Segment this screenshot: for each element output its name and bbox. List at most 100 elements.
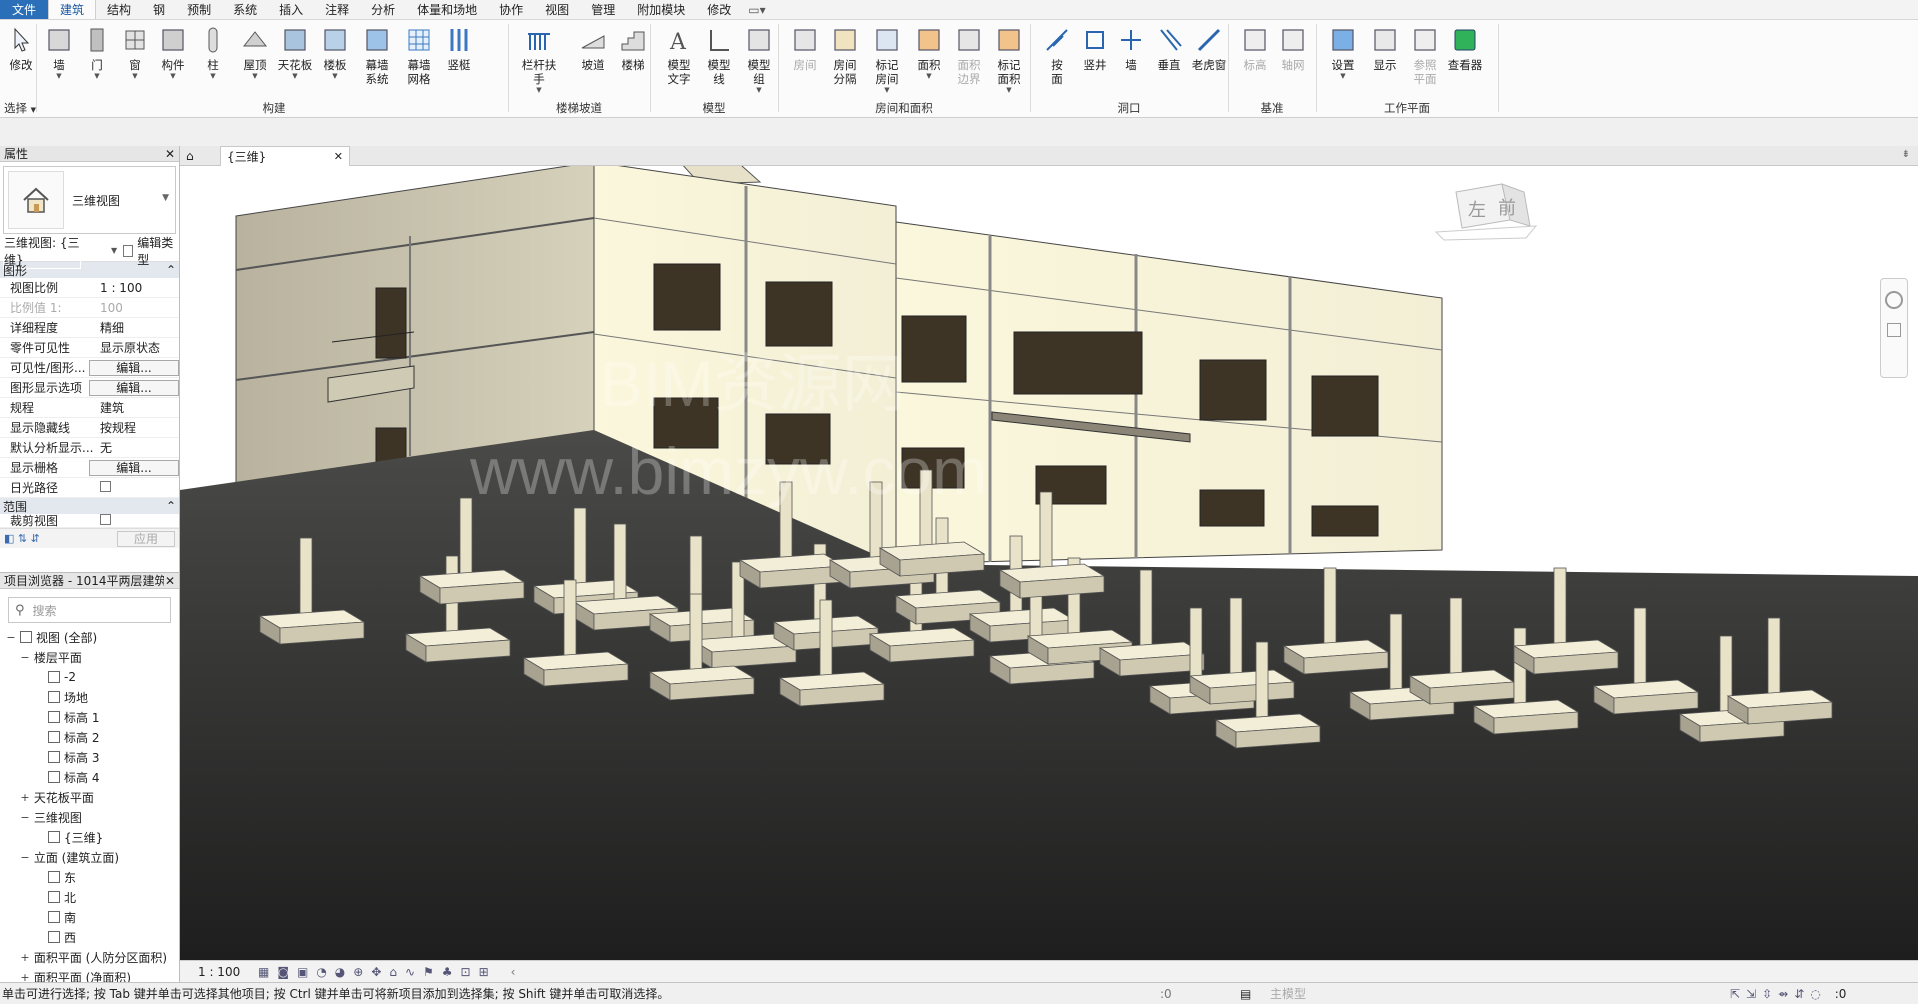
browser-tree-item[interactable]: {三维} [0,827,179,847]
browser-tree-item[interactable]: + 面积平面 (人防分区面积) [0,947,179,967]
browser-tree-item[interactable]: -2 [0,667,179,687]
roof-button[interactable]: 屋顶 ▼ [236,24,274,80]
edit-button[interactable]: 编辑... [89,359,179,376]
3d-viewport[interactable]: 左 前 BIM资源网 www.bimzyw.com [180,166,1918,960]
collapse-icon[interactable]: − [20,851,30,864]
collapse-icon[interactable]: − [20,651,30,664]
browser-search-input[interactable]: ⚲ 搜索 [8,597,171,623]
dropdown-arrow-icon[interactable]: ▼ [56,72,61,80]
workset-zero[interactable]: :0 [1160,987,1210,1001]
browser-tree-item[interactable]: 标高 2 [0,727,179,747]
properties-help-icon[interactable]: ◧ ⇅ ⇵ [4,532,40,545]
dropdown-arrow-icon[interactable]: ▼ [1340,72,1345,80]
wall-opening-button[interactable]: 墙 [1112,24,1150,72]
browser-tree-item[interactable]: 标高 4 [0,767,179,787]
ribbon-tab[interactable]: 管理 [580,0,626,19]
view-scale[interactable]: 1 : 100 [198,965,250,979]
edit-button[interactable]: 编辑... [89,459,179,476]
curtain-system-button[interactable]: 幕墙 系统 [358,24,396,86]
door-button[interactable]: 门 ▼ [78,24,116,80]
stair-button[interactable]: 楼梯 [614,24,652,72]
ribbon-tab[interactable]: 注释 [314,0,360,19]
edit-button[interactable]: 编辑... [89,379,179,396]
area-button[interactable]: 面积 ▼ [910,24,948,80]
dropdown-arrow-icon[interactable]: ▼ [332,72,337,80]
dropdown-arrow-icon[interactable]: ▼ [926,72,931,80]
set-workplane-button[interactable]: 设置 ▼ [1324,24,1362,80]
dropdown-arrow-icon[interactable]: ▼ [170,72,175,80]
room-separator-button[interactable]: 房间 分隔 [826,24,864,86]
dropdown-arrow-icon[interactable]: ▼ [210,72,215,80]
floor-button[interactable]: 楼板 ▼ [316,24,354,80]
selection-toggle-icons[interactable]: ⇱⇲⇳⇴⇵◌ [1730,987,1827,1001]
dropdown-arrow-icon[interactable]: ▼ [756,86,761,94]
tag-room-button[interactable]: 标记 房间 ▼ [868,24,906,94]
collapse-icon[interactable]: − [20,811,30,824]
building-3d-model[interactable]: 左 前 BIM资源网 www.bimzyw.com [180,166,1918,960]
close-icon[interactable]: ✕ [165,574,175,588]
wall-button[interactable]: 墙 ▼ [40,24,78,80]
property-value[interactable]: 1 : 100 [96,281,179,295]
crop-view-checkbox[interactable] [100,514,111,525]
expand-icon[interactable]: + [20,951,30,964]
expand-icon[interactable]: + [20,791,30,804]
browser-tree-item[interactable]: 南 [0,907,179,927]
model-group-button[interactable]: 模型 组 ▼ [740,24,778,94]
browser-tree-item[interactable]: 东 [0,867,179,887]
shaft-button[interactable]: 竖井 [1076,24,1114,72]
dropdown-arrow-icon[interactable]: ▼ [884,86,889,94]
ribbon-tab[interactable]: 结构 [96,0,142,19]
ramp-button[interactable]: 坡道 [574,24,612,72]
ref-plane-button[interactable]: 参照 平面 [1406,24,1444,86]
select-dropdown[interactable]: 选择 ▼ [4,100,36,116]
worksets-icon[interactable]: ▤ [1240,987,1270,1001]
browser-tree-item[interactable]: 标高 3 [0,747,179,767]
close-icon[interactable]: ✕ [165,147,175,161]
model-line-button[interactable]: 模型 线 [700,24,738,86]
browser-tree-item[interactable]: − 视图 (全部) [0,627,179,647]
dropdown-arrow-icon[interactable]: ▼ [292,72,297,80]
column-button[interactable]: 柱 ▼ [194,24,232,80]
ribbon-tab[interactable]: 体量和场地 [406,0,488,19]
ribbon-tab[interactable]: 修改 [696,0,742,19]
railing-button[interactable]: 栏杆扶手 ▼ [520,24,558,94]
component-button[interactable]: 构件 ▼ [154,24,192,80]
dropdown-arrow-icon[interactable]: ▼ [252,72,257,80]
dropdown-arrow-icon[interactable]: ▼ [94,72,99,80]
steering-wheel-icon[interactable] [1885,291,1903,309]
dormer-button[interactable]: 老虎窗 [1190,24,1228,72]
view-control-icons[interactable]: ▦◙▣◔◕⊕✥⌂∿⚑♣⊡⊞ [258,965,497,979]
property-value[interactable]: 建筑 [96,399,179,416]
property-value[interactable]: 按规程 [96,419,179,436]
sun-path-checkbox[interactable] [100,480,111,492]
view-tabs-menu-icon[interactable]: ⇟ [1902,149,1910,160]
type-selector[interactable]: 三维视图 ▼ [3,166,176,234]
ceiling-button[interactable]: 天花板 ▼ [276,24,314,80]
ribbon-tab[interactable]: 系统 [222,0,268,19]
viewcube-left-label[interactable]: 左 [1468,200,1486,221]
browser-tree-item[interactable]: − 三维视图 [0,807,179,827]
dropdown-arrow-icon[interactable]: ▼ [1006,86,1011,94]
ribbon-tab[interactable]: 文件 [0,0,49,19]
tag-area-button[interactable]: 标记 面积 ▼ [990,24,1028,94]
show-workplane-button[interactable]: 显示 [1366,24,1404,72]
ribbon-tab[interactable]: 分析 [360,0,406,19]
viewcube-front-label[interactable]: 前 [1498,198,1516,219]
ribbon-options-icon[interactable]: ▭▾ [742,0,771,19]
ribbon-tab[interactable]: 插入 [268,0,314,19]
home-icon[interactable]: ⌂ [186,149,194,163]
ribbon-tab[interactable]: 钢 [142,0,176,19]
browser-tree-item[interactable]: 场地 [0,687,179,707]
category-extents[interactable]: 范围 ⌃ [0,498,179,514]
area-boundary-button[interactable]: 面积 边界 [950,24,988,86]
filter-count[interactable]: :0 [1835,987,1847,1001]
close-icon[interactable]: ✕ [334,150,343,163]
apply-button[interactable]: 应用 [117,530,175,547]
property-value[interactable]: 显示原状态 [96,339,179,356]
viewcube[interactable] [1434,183,1538,241]
collapse-icon[interactable]: − [6,631,16,644]
ribbon-tab[interactable]: 视图 [534,0,580,19]
model-text-button[interactable]: A 模型 文字 [660,24,698,86]
browser-tree-item[interactable]: − 立面 (建筑立面) [0,847,179,867]
level-button[interactable]: 标高 [1236,24,1274,72]
